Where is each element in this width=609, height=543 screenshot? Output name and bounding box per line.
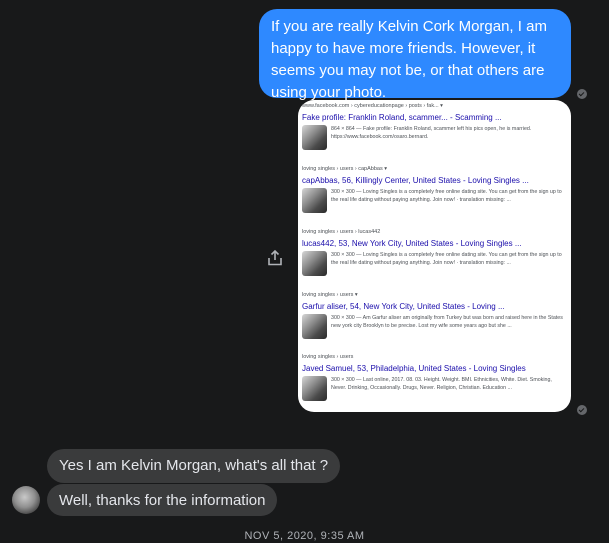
search-result: loving singles › users › capAbbas ▾ capA… xyxy=(302,166,567,213)
result-thumbnail xyxy=(302,376,327,401)
search-result: loving singles › users ▾ Garfur aliser, … xyxy=(302,292,567,339)
search-result: loving singles › users Javed Samuel, 53,… xyxy=(302,354,567,401)
result-snippet: 300 × 300 — Loving Singles is a complete… xyxy=(331,189,562,203)
result-title: Javed Samuel, 53, Philadelphia, United S… xyxy=(302,364,526,373)
result-breadcrumb: www.facebook.com › cybereducationpage › … xyxy=(302,103,443,109)
result-snippet: 300 × 300 — Loving Singles is a complete… xyxy=(331,252,562,266)
incoming-message-text: Well, thanks for the information xyxy=(59,492,266,509)
result-thumbnail xyxy=(302,314,327,339)
search-results-screenshot[interactable]: www.facebook.com › cybereducationpage › … xyxy=(298,100,571,412)
result-breadcrumb: loving singles › users › lucas442 xyxy=(302,229,381,235)
outgoing-message-bubble[interactable]: If you are really Kelvin Cork Morgan, I … xyxy=(259,9,571,101)
result-thumbnail xyxy=(302,125,327,150)
share-icon[interactable] xyxy=(266,249,284,267)
result-title: Garfur aliser, 54, New York City, United… xyxy=(302,302,505,311)
seen-check-icon xyxy=(577,89,587,99)
conversation-timestamp: NOV 5, 2020, 9:35 AM xyxy=(244,530,365,542)
result-breadcrumb: loving singles › users ▾ xyxy=(302,292,358,298)
result-snippet: 300 × 300 — Am Garfur aliser am original… xyxy=(331,315,563,329)
outgoing-message-text: If you are really Kelvin Cork Morgan, I … xyxy=(271,18,547,101)
result-thumbnail xyxy=(302,251,327,276)
incoming-message-bubble[interactable]: Yes I am Kelvin Morgan, what's all that … xyxy=(47,449,341,483)
result-title: Fake profile: Franklin Roland, scammer..… xyxy=(302,113,502,122)
contact-avatar[interactable] xyxy=(12,486,40,514)
result-breadcrumb: loving singles › users xyxy=(302,354,354,360)
result-breadcrumb: loving singles › users › capAbbas ▾ xyxy=(302,166,387,172)
result-thumbnail xyxy=(302,188,327,213)
search-result: loving singles › users › lucas442 lucas4… xyxy=(302,229,567,276)
seen-check-icon xyxy=(577,405,587,415)
result-snippet: 864 × 864 — Fake profile: Franklin Rolan… xyxy=(331,126,532,140)
search-result: www.facebook.com › cybereducationpage › … xyxy=(302,103,567,150)
incoming-message-bubble[interactable]: Well, thanks for the information xyxy=(47,484,278,516)
result-title: lucas442, 53, New York City, United Stat… xyxy=(302,239,522,248)
result-snippet: 300 × 300 — Last online, 2017. 08. 03. H… xyxy=(331,377,552,391)
result-title: capAbbas, 56, Killingly Center, United S… xyxy=(302,176,529,185)
incoming-message-text: Yes I am Kelvin Morgan, what's all that … xyxy=(59,457,329,474)
